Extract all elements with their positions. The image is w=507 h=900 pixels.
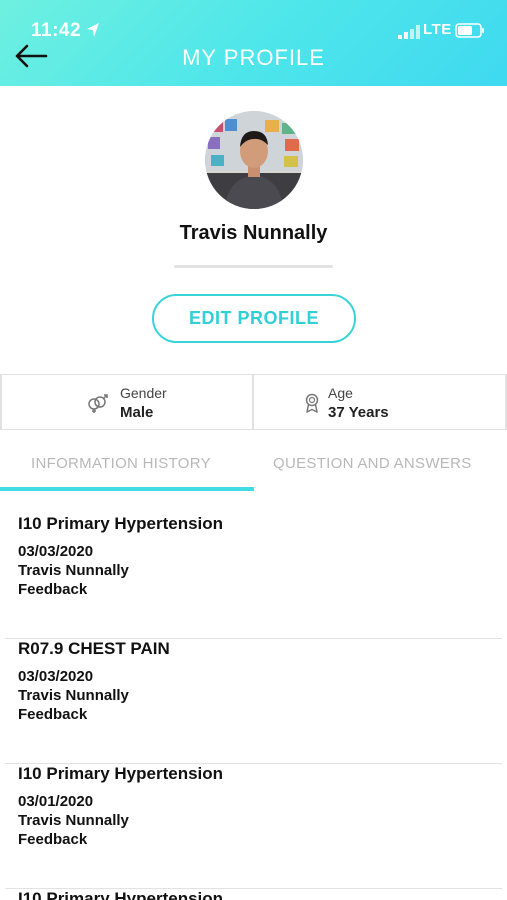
battery-icon	[455, 23, 484, 38]
item-title: I10 Primary Hypertension	[18, 514, 224, 533]
network-label: LTE	[423, 21, 452, 38]
profile-name: Travis Nunnally	[179, 222, 328, 244]
age-value: 37 Years	[328, 404, 389, 421]
list-item[interactable]: I10 Primary Hypertension 03/01/2020 Trav…	[5, 764, 502, 889]
item-type: Feedback	[18, 706, 88, 723]
item-date: 03/03/2020	[18, 668, 94, 685]
gender-stat: Gender Male	[0, 375, 254, 429]
divider	[174, 265, 333, 268]
item-author: Travis Nunnally	[18, 812, 129, 829]
age-label: Age	[328, 385, 353, 401]
item-date: 03/03/2020	[18, 543, 94, 560]
active-tab-indicator	[0, 487, 254, 491]
list-item[interactable]: I10 Primary Hypertension 03/03/2020 Trav…	[5, 514, 502, 639]
list-item[interactable]: R07.9 CHEST PAIN 03/03/2020 Travis Nunna…	[5, 639, 502, 764]
edit-profile-button[interactable]: EDIT PROFILE	[152, 294, 356, 343]
item-author: Travis Nunnally	[18, 687, 129, 704]
award-ribbon-icon	[305, 393, 319, 413]
item-type: Feedback	[18, 581, 88, 598]
item-author: Travis Nunnally	[18, 562, 129, 579]
item-date: 03/01/2020	[18, 793, 94, 810]
status-time: 11:42	[31, 20, 82, 41]
page-title: MY PROFILE	[182, 45, 325, 70]
location-arrow-icon	[87, 23, 99, 37]
item-type: Feedback	[18, 831, 88, 848]
tab-information-history[interactable]: INFORMATION HISTORY	[31, 455, 211, 472]
item-title: R07.9 CHEST PAIN	[18, 639, 170, 658]
app-header: 11:42 LTE MY PROFILE	[0, 0, 507, 86]
gender-label: Gender	[120, 385, 167, 401]
profile-stats: Gender Male Age 37 Years	[0, 374, 507, 430]
gender-value: Male	[120, 404, 154, 421]
list-item[interactable]: I10 Primary Hypertension	[5, 889, 502, 900]
item-title: I10 Primary Hypertension	[18, 764, 224, 783]
item-title: I10 Primary Hypertension	[18, 889, 224, 900]
avatar	[205, 111, 303, 209]
gender-icon	[88, 394, 108, 413]
signal-icon	[398, 25, 420, 39]
age-stat: Age 37 Years	[254, 375, 507, 429]
tab-question-and-answers[interactable]: QUESTION AND ANSWERS	[273, 455, 472, 472]
